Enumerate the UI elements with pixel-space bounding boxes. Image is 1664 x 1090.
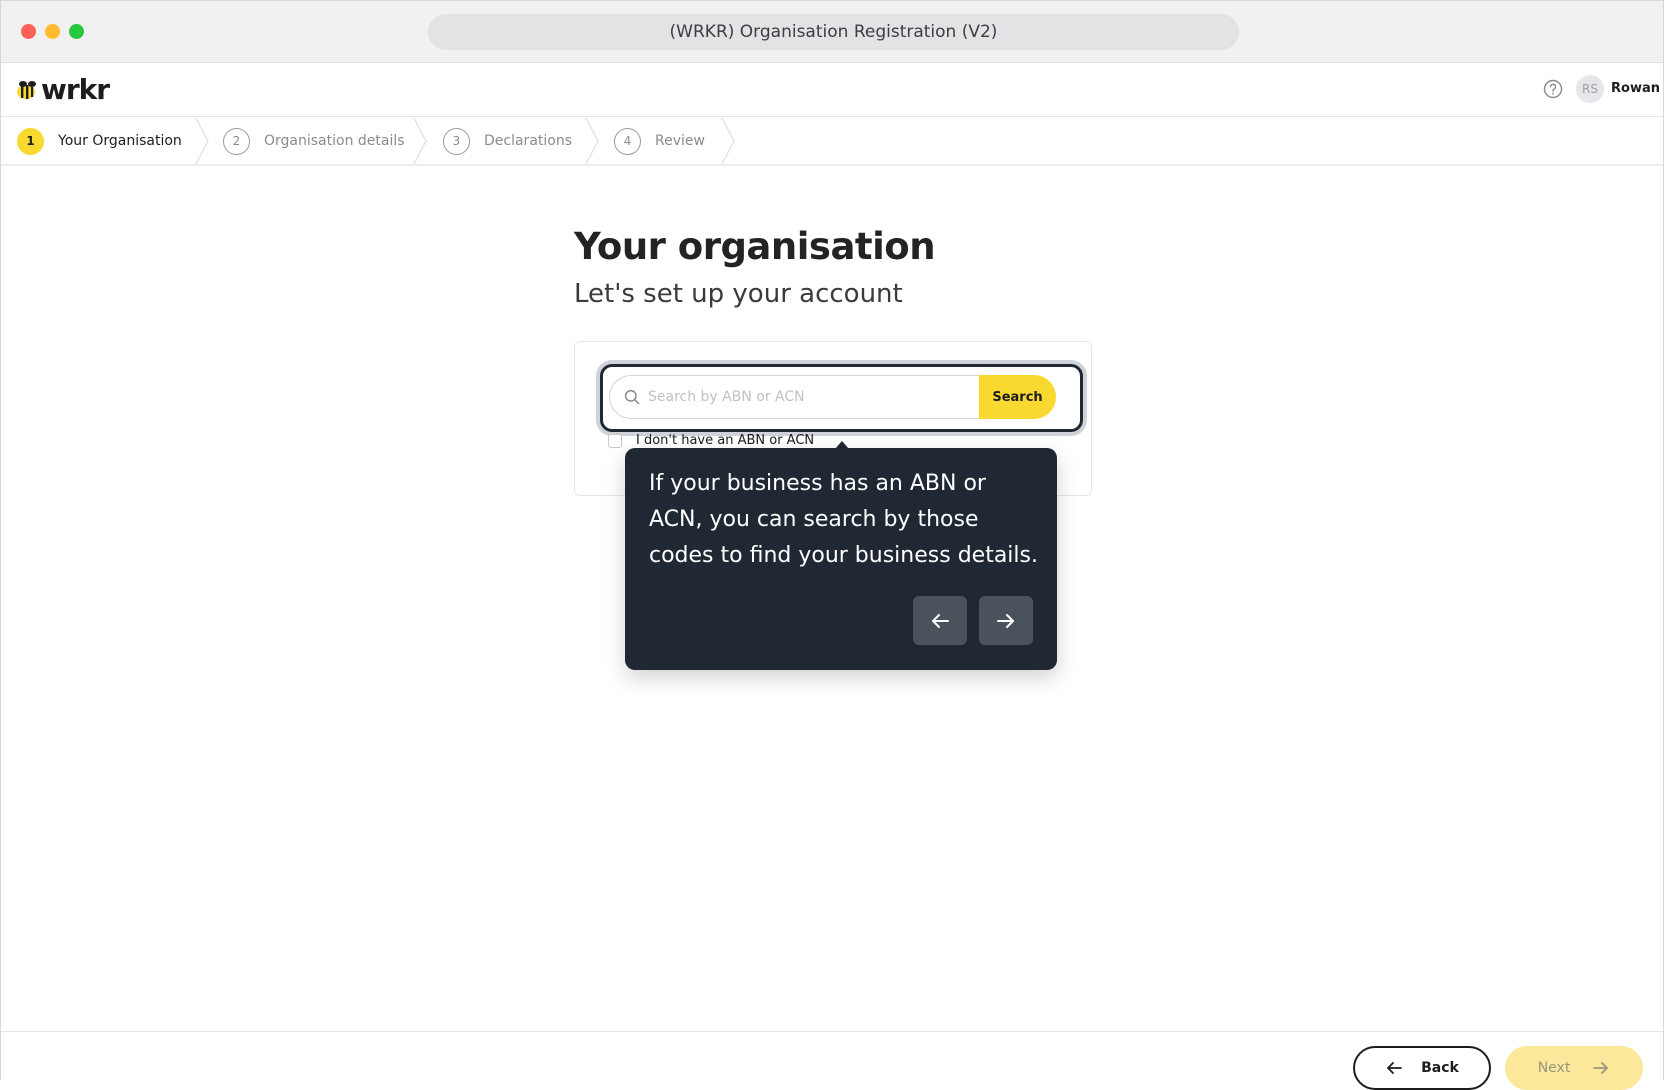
arrow-left-icon [1387, 1062, 1403, 1074]
no-abn-checkbox[interactable] [608, 434, 622, 448]
step-label: Your Organisation [58, 133, 182, 149]
bee-icon [17, 80, 36, 99]
next-button[interactable]: Next [1505, 1046, 1643, 1090]
step-label: Organisation details [264, 133, 405, 149]
logo-text: wrkr [41, 73, 110, 106]
arrow-right-icon [997, 613, 1014, 628]
window-title: (WRKR) Organisation Registration (V2) [428, 14, 1239, 50]
search-field[interactable] [609, 375, 979, 419]
search-button[interactable]: Search [979, 375, 1056, 419]
page-title: Your organisation [574, 225, 936, 268]
step-your-organisation[interactable]: 1 Your Organisation [17, 118, 182, 164]
chevron-right-icon [585, 118, 599, 164]
maximize-window-button[interactable] [69, 24, 84, 39]
page-subtitle: Let's set up your account [574, 279, 903, 309]
app-window: (WRKR) Organisation Registration (V2) wr… [0, 0, 1664, 1090]
onboarding-tooltip: If your business has an ABN or ACN, you … [625, 448, 1057, 670]
back-button-label: Back [1421, 1060, 1459, 1076]
back-button[interactable]: Back [1353, 1046, 1491, 1090]
arrow-left-icon [932, 613, 949, 628]
step-number: 2 [223, 127, 250, 155]
step-label: Review [655, 133, 705, 149]
progress-stepper: 1 Your Organisation 2 Organisation detai… [1, 118, 1663, 166]
step-number: 3 [443, 127, 470, 155]
step-number: 1 [17, 127, 44, 155]
avatar[interactable]: RS [1576, 75, 1604, 103]
arrow-right-icon [1593, 1062, 1609, 1074]
step-declarations[interactable]: 3 Declarations [443, 118, 572, 164]
close-window-button[interactable] [21, 24, 36, 39]
title-bar: (WRKR) Organisation Registration (V2) [1, 1, 1663, 63]
step-organisation-details[interactable]: 2 Organisation details [223, 118, 405, 164]
tooltip-previous-button[interactable] [913, 596, 967, 645]
tooltip-next-button[interactable] [979, 596, 1033, 645]
no-abn-checkbox-label[interactable]: I don't have an ABN or ACN [636, 433, 814, 448]
chevron-right-icon [413, 118, 427, 164]
minimize-window-button[interactable] [45, 24, 60, 39]
wrkr-logo[interactable]: wrkr [15, 73, 110, 106]
tooltip-text: If your business has an ABN or ACN, you … [649, 471, 1038, 568]
footer-bar: Back Next [1, 1031, 1663, 1090]
step-number: 4 [614, 127, 641, 155]
step-label: Declarations [484, 133, 573, 149]
next-button-label: Next [1537, 1060, 1571, 1076]
chevron-right-icon [721, 118, 735, 164]
search-input[interactable] [648, 389, 968, 405]
user-name[interactable]: Rowan [1611, 81, 1660, 96]
help-icon[interactable] [1543, 79, 1563, 99]
search-icon [624, 389, 640, 405]
step-review[interactable]: 4 Review [614, 118, 705, 164]
app-header: wrkr RS Rowan [1, 63, 1663, 117]
chevron-right-icon [195, 118, 209, 164]
